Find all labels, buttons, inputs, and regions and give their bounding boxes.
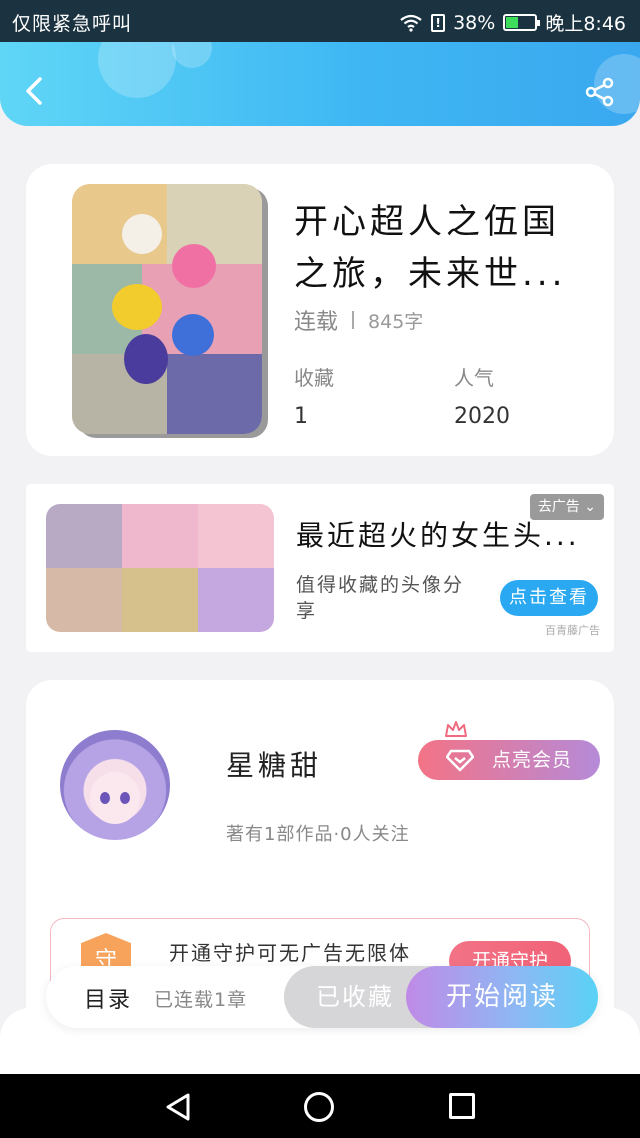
- nav-recent-icon[interactable]: [449, 1093, 475, 1119]
- carrier-text: 仅限紧急呼叫: [12, 13, 133, 35]
- status-bar: 仅限紧急呼叫 ! 38% 晚上8:46: [0, 0, 640, 42]
- battery-percent: 38%: [453, 11, 496, 34]
- ad-description: 值得收藏的头像分享: [296, 574, 465, 622]
- toc-button[interactable]: 目录: [84, 982, 132, 1014]
- favorites-value: 1: [294, 404, 308, 429]
- book-title-line2: 之旅，未来世...: [294, 254, 567, 294]
- serial-status: 连载: [294, 310, 339, 335]
- ad-view-button[interactable]: 点击查看: [500, 580, 598, 616]
- remove-ad-label: 去广告: [537, 499, 580, 515]
- vip-button[interactable]: 点亮会员: [418, 740, 600, 780]
- clock: 晚上8:46: [545, 13, 626, 35]
- remove-ad-button[interactable]: 去广告 ⌄: [529, 494, 604, 520]
- word-count: 845字: [368, 310, 424, 333]
- start-reading-button[interactable]: 开始阅读: [406, 966, 598, 1028]
- status-icons: ! 38% 晚上8:46: [399, 9, 626, 36]
- ad-banner[interactable]: 最近超火的女生头... 值得收藏的头像分享 去广告 ⌄ 点击查看 百青藤广告: [26, 484, 614, 652]
- action-bar: 目录 已连载1章 已收藏 开始阅读: [46, 966, 598, 1028]
- book-status-row: 连载 845字: [294, 304, 423, 336]
- popularity-value: 2020: [454, 404, 510, 429]
- chapter-status: 已连载1章: [154, 989, 248, 1011]
- favorites-label: 收藏: [294, 366, 334, 390]
- vip-label: 点亮会员: [491, 749, 572, 771]
- book-title-line1: 开心超人之伍国: [294, 202, 560, 242]
- popularity-label: 人气: [454, 366, 494, 390]
- ad-title: 最近超火的女生头...: [296, 519, 580, 552]
- book-cover-image[interactable]: [72, 184, 262, 434]
- guard-text: 开通守护可无广告无限体: [169, 941, 411, 965]
- alert-icon: !: [431, 13, 446, 32]
- ad-source: 百青藤广告: [545, 624, 600, 637]
- author-stats: 著有1部作品·0人关注: [226, 824, 410, 845]
- share-icon[interactable]: [584, 76, 616, 108]
- battery-icon: [503, 14, 541, 31]
- header-bar: 仅限紧急呼叫 ! 38% 晚上8:46: [0, 0, 640, 126]
- nav-home-icon[interactable]: [304, 1092, 334, 1122]
- divider: [352, 311, 355, 329]
- wifi-icon: [400, 14, 422, 32]
- chevron-down-icon: ⌄: [584, 499, 596, 515]
- diamond-icon: [446, 749, 474, 772]
- back-arrow-icon[interactable]: [22, 75, 46, 107]
- system-nav-bar: [0, 1074, 640, 1138]
- nav-back-icon[interactable]: [164, 1092, 192, 1122]
- book-title: 开心超人之伍国 之旅，未来世...: [294, 196, 584, 300]
- book-info-card: 开心超人之伍国 之旅，未来世... 连载 845字 收藏 1 人气 2020: [26, 164, 614, 456]
- avatar[interactable]: [60, 730, 170, 840]
- ad-image[interactable]: [46, 504, 274, 632]
- crown-icon: [445, 721, 467, 737]
- author-name: 星糖甜: [226, 749, 323, 782]
